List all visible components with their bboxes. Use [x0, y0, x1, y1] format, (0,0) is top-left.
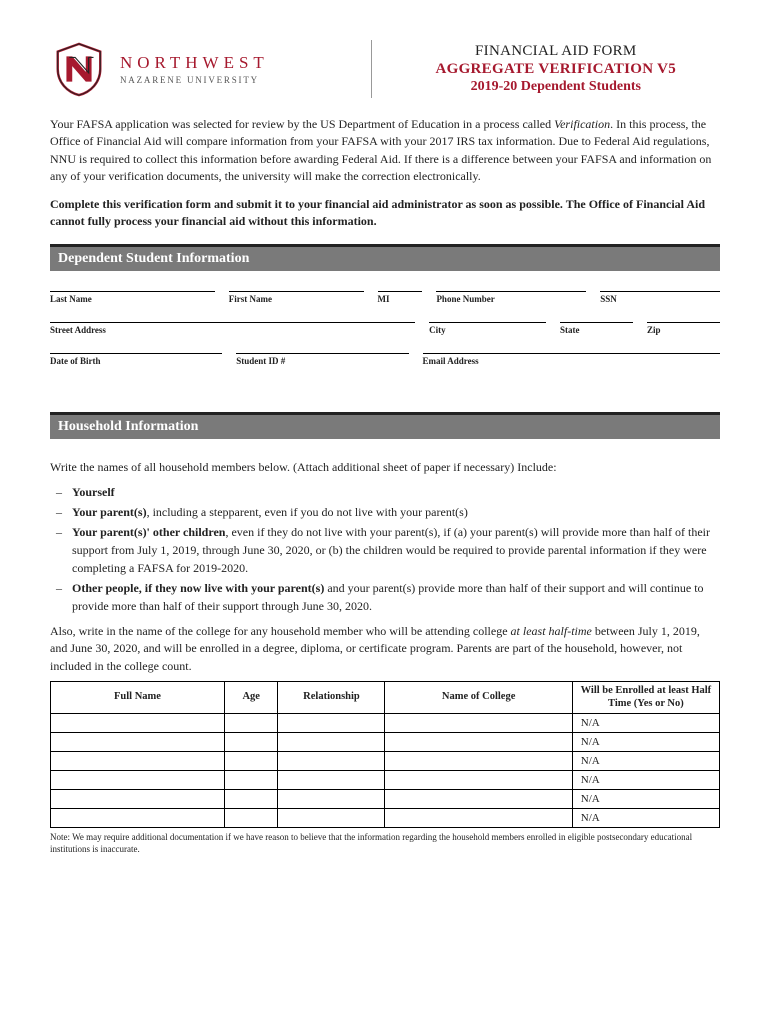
table-row[interactable]: N/A — [51, 714, 720, 733]
field-last-name[interactable]: Last Name — [50, 291, 215, 304]
form-title-block: FINANCIAL AID FORM AGGREGATE VERIFICATIO… — [372, 43, 720, 95]
col-full-name: Full Name — [51, 681, 225, 713]
col-enrolled: Will be Enrolled at least Half Time (Yes… — [572, 681, 719, 713]
field-row-2: Street Address City State Zip — [50, 322, 720, 335]
table-row[interactable]: N/A — [51, 790, 720, 809]
col-age: Age — [224, 681, 278, 713]
field-phone[interactable]: Phone Number — [436, 291, 586, 304]
logo-block: NORTHWEST NAZARENE UNIVERSITY — [50, 40, 372, 98]
household-intro: Write the names of all household members… — [50, 459, 720, 476]
table-row[interactable]: N/A — [51, 771, 720, 790]
field-mi[interactable]: MI — [378, 291, 423, 304]
intro-text: Your FAFSA application was selected for … — [50, 117, 554, 131]
form-title-line3: 2019-20 Dependent Students — [392, 79, 720, 95]
section-bar-student-info: Dependent Student Information — [50, 244, 720, 271]
table-row[interactable]: N/A — [51, 809, 720, 828]
student-info-fields: Last Name First Name MI Phone Number SSN… — [50, 291, 720, 366]
intro-verification-word: Verification — [554, 117, 610, 131]
field-email[interactable]: Email Address — [423, 353, 721, 366]
table-row[interactable]: N/A — [51, 733, 720, 752]
list-item: Your parent(s), including a stepparent, … — [50, 503, 720, 521]
field-row-3: Date of Birth Student ID # Email Address — [50, 353, 720, 366]
field-zip[interactable]: Zip — [647, 322, 720, 335]
field-city[interactable]: City — [429, 322, 546, 335]
household-note: Note: We may require additional document… — [50, 832, 720, 855]
field-dob[interactable]: Date of Birth — [50, 353, 222, 366]
field-row-1: Last Name First Name MI Phone Number SSN — [50, 291, 720, 304]
col-relationship: Relationship — [278, 681, 385, 713]
university-logo-icon — [50, 40, 108, 98]
page-header: NORTHWEST NAZARENE UNIVERSITY FINANCIAL … — [50, 40, 720, 98]
list-item: Other people, if they now live with your… — [50, 579, 720, 615]
field-state[interactable]: State — [560, 322, 633, 335]
household-also-paragraph: Also, write in the name of the college f… — [50, 623, 720, 675]
section-bar-household: Household Information — [50, 412, 720, 439]
university-name: NORTHWEST NAZARENE UNIVERSITY — [120, 53, 269, 85]
household-include-list: Yourself Your parent(s), including a ste… — [50, 483, 720, 615]
list-item: Yourself — [50, 483, 720, 501]
form-title-line1: FINANCIAL AID FORM — [392, 43, 720, 60]
university-name-sub: NAZARENE UNIVERSITY — [120, 75, 269, 85]
intro-paragraph-2: Complete this verification form and subm… — [50, 196, 720, 231]
field-first-name[interactable]: First Name — [229, 291, 364, 304]
list-item: Your parent(s)' other children, even if … — [50, 523, 720, 577]
household-table: Full Name Age Relationship Name of Colle… — [50, 681, 720, 828]
university-name-main: NORTHWEST — [120, 53, 269, 73]
table-header-row: Full Name Age Relationship Name of Colle… — [51, 681, 720, 713]
table-row[interactable]: N/A — [51, 752, 720, 771]
col-college: Name of College — [385, 681, 572, 713]
form-title-line2: AGGREGATE VERIFICATION V5 — [392, 61, 720, 78]
field-street[interactable]: Street Address — [50, 322, 415, 335]
intro-paragraph-1: Your FAFSA application was selected for … — [50, 116, 720, 186]
field-student-id[interactable]: Student ID # — [236, 353, 408, 366]
field-ssn[interactable]: SSN — [600, 291, 720, 304]
